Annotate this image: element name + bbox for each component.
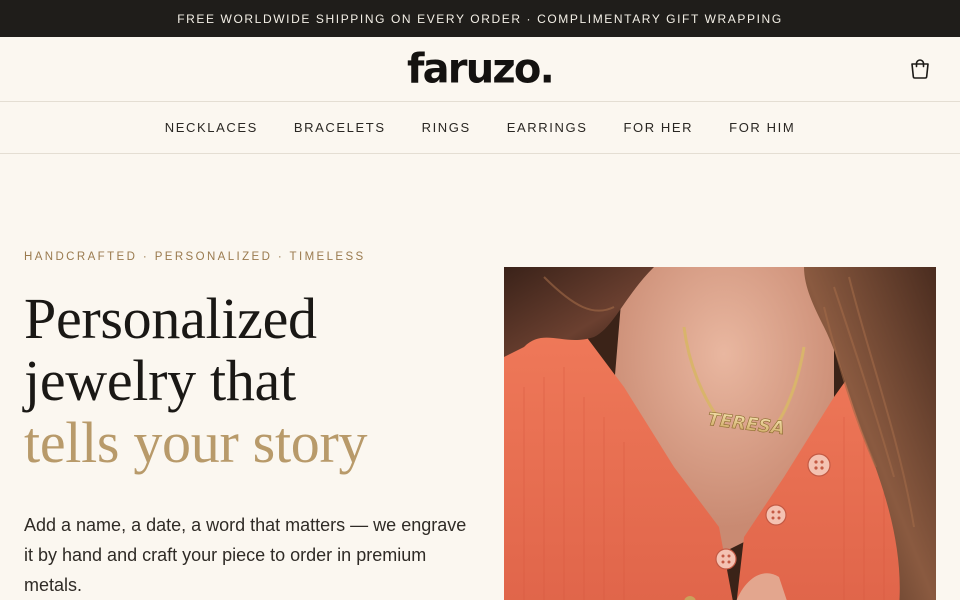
nav-item-earrings[interactable]: EARRINGS xyxy=(507,120,588,135)
hero-image: TERESA xyxy=(504,267,936,600)
nav-item-rings[interactable]: RINGS xyxy=(422,120,471,135)
brand-logo[interactable]: faruzo. xyxy=(407,49,555,90)
announcement-text: FREE WORLDWIDE SHIPPING ON EVERY ORDER ·… xyxy=(177,11,783,26)
headline-accent: tells your story xyxy=(24,410,368,475)
hero-description: Add a name, a date, a word that matters … xyxy=(24,515,467,595)
main-nav: NECKLACES BRACELETS RINGS EARRINGS FOR H… xyxy=(0,102,960,154)
necklace-model-photo: TERESA xyxy=(504,267,936,600)
nav-item-for-her[interactable]: FOR HER xyxy=(623,120,693,135)
nav-item-bracelets[interactable]: BRACELETS xyxy=(294,120,386,135)
headline-line-1: Personalized xyxy=(24,286,317,351)
nav-item-for-him[interactable]: FOR HIM xyxy=(729,120,795,135)
hero-eyebrow: HANDCRAFTED · PERSONALIZED · TIMELESS xyxy=(24,251,366,263)
nav-item-necklaces[interactable]: NECKLACES xyxy=(165,120,258,135)
headline-line-2: jewelry that xyxy=(24,348,296,413)
announcement-bar: FREE WORLDWIDE SHIPPING ON EVERY ORDER ·… xyxy=(0,0,960,37)
shopping-bag-icon[interactable] xyxy=(908,57,932,81)
site-header: faruzo. xyxy=(0,37,960,102)
hero-headline: Personalized jewelry that tells your sto… xyxy=(24,288,484,474)
